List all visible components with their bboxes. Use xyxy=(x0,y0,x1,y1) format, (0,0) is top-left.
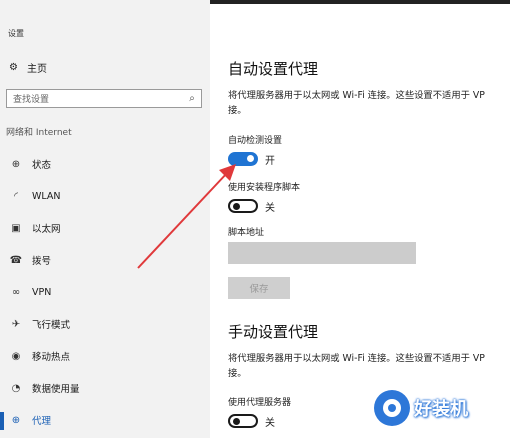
home-label: 主页 xyxy=(26,64,47,75)
active-indicator xyxy=(0,412,4,430)
toggle-knob xyxy=(233,417,240,425)
use-proxy-toggle[interactable] xyxy=(228,414,258,428)
sidebar-item-dialup[interactable]: ☎ 拨号 xyxy=(9,253,51,268)
auto-proxy-description: 将代理服务器用于以太网或 Wi-Fi 连接。这些设置不适用于 VP 接。 xyxy=(228,90,485,116)
data-usage-icon: ◔ xyxy=(11,382,21,394)
vpn-icon: ∞ xyxy=(11,286,21,298)
sidebar-item-proxy[interactable]: ⊕ 代理 xyxy=(9,413,51,428)
address-label: 脚本地址 xyxy=(228,228,265,238)
globe-icon: ⊕ xyxy=(11,158,21,170)
section-title: 网络和 Internet xyxy=(6,128,72,138)
script-address-input[interactable] xyxy=(228,242,416,264)
watermark: 好装机 xyxy=(374,390,468,426)
sidebar-item-hotspot[interactable]: ◉ 移动热点 xyxy=(9,349,70,364)
auto-detect-toggle[interactable] xyxy=(228,152,258,166)
gear-icon: ⚙ xyxy=(9,62,18,73)
airplane-icon: ✈ xyxy=(11,318,21,330)
sidebar-item-wlan[interactable]: ◜ WLAN xyxy=(9,189,60,203)
search-placeholder: 查找设置 xyxy=(13,95,50,105)
sidebar-item-status[interactable]: ⊕ 状态 xyxy=(9,157,51,172)
sidebar-item-ethernet[interactable]: ▣ 以太网 xyxy=(9,221,60,236)
use-proxy-label: 使用代理服务器 xyxy=(228,398,292,408)
ethernet-icon: ▣ xyxy=(11,222,21,234)
watermark-logo-icon xyxy=(374,390,410,426)
window-title: 设置 xyxy=(8,29,24,38)
sidebar-item-data-usage[interactable]: ◔ 数据使用量 xyxy=(9,381,80,396)
auto-detect-label: 自动检测设置 xyxy=(228,136,283,146)
sidebar: 设置 ⚙ 主页 查找设置 ⌕ 网络和 Internet ⊕ 状态 ◜ WLAN … xyxy=(0,0,210,438)
auto-proxy-title: 自动设置代理 xyxy=(228,60,319,78)
save-button[interactable]: 保存 xyxy=(228,277,290,299)
use-proxy-state: 关 xyxy=(265,418,275,429)
watermark-text: 好装机 xyxy=(414,399,468,420)
hotspot-icon: ◉ xyxy=(11,350,21,362)
script-state: 关 xyxy=(265,203,275,214)
globe-icon: ⊕ xyxy=(11,414,21,426)
search-input[interactable]: 查找设置 ⌕ xyxy=(6,89,202,108)
manual-proxy-description: 将代理服务器用于以太网或 Wi-Fi 连接。这些设置不适用于 VP 接。 xyxy=(228,353,485,379)
sidebar-item-home[interactable]: ⚙ 主页 xyxy=(9,60,47,75)
main-content: 自动设置代理 将代理服务器用于以太网或 Wi-Fi 连接。这些设置不适用于 VP… xyxy=(228,0,510,438)
sidebar-item-airplane[interactable]: ✈ 飞行模式 xyxy=(9,317,70,332)
script-toggle[interactable] xyxy=(228,199,258,213)
sidebar-item-vpn[interactable]: ∞ VPN xyxy=(9,285,52,299)
wifi-icon: ◜ xyxy=(14,190,18,202)
manual-proxy-title: 手动设置代理 xyxy=(228,323,319,341)
toggle-knob xyxy=(233,202,240,210)
script-label: 使用安装程序脚本 xyxy=(228,183,301,193)
toggle-knob xyxy=(247,155,254,162)
phone-icon: ☎ xyxy=(9,254,23,266)
search-icon: ⌕ xyxy=(189,93,195,104)
auto-detect-state: 开 xyxy=(265,156,275,167)
